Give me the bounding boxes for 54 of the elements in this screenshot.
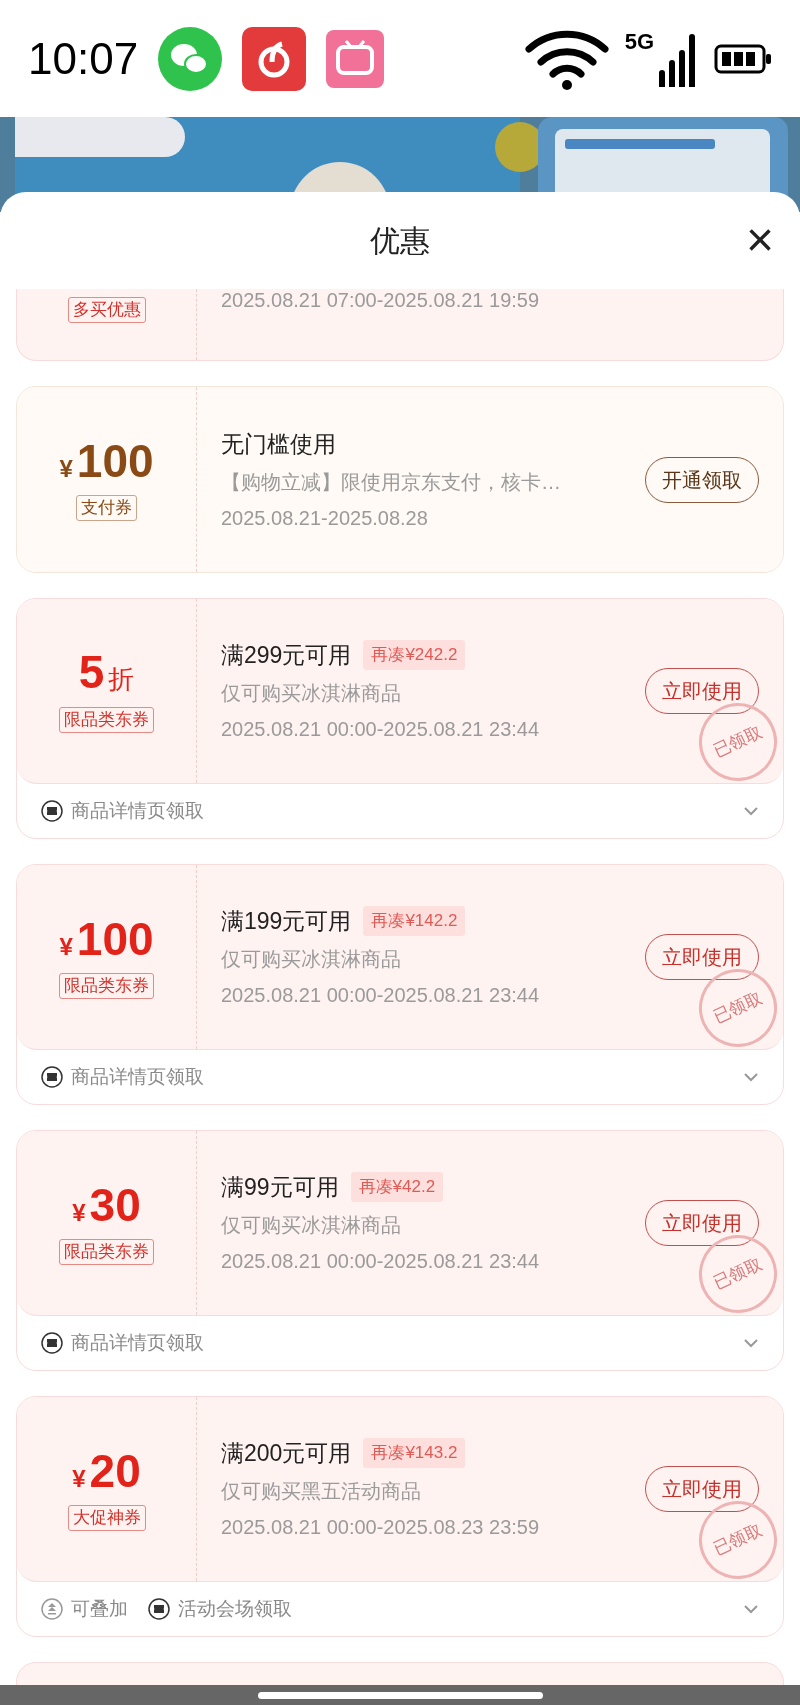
coupon-validity-date: 2025.08.21-2025.08.28 — [221, 505, 429, 531]
coupon-type-tag: 多买优惠 — [67, 297, 146, 323]
chevron-down-icon[interactable] — [743, 1604, 759, 1614]
coupon-amount: ¥100 — [59, 438, 154, 487]
battery-icon — [714, 43, 772, 74]
coupon-condition: 满99元可用 — [221, 1173, 339, 1202]
ticket-icon — [41, 1066, 63, 1088]
coupon-condition: 满199元可用 — [221, 907, 352, 936]
chat-app-icon — [158, 26, 223, 91]
coupon-source-label: 商品详情页领取 — [71, 798, 204, 823]
coupon-validity-date: 2025.08.21 00:00-2025.08.21 23:44 — [221, 983, 541, 1008]
home-indicator[interactable] — [257, 1691, 543, 1699]
chevron-down-icon[interactable] — [743, 806, 759, 816]
coupon-type-tag: 限品类东券 — [59, 1238, 154, 1265]
sheet-title: 优惠 — [370, 223, 430, 259]
coupon-description: 仅可购买冰淇淋商品 — [221, 1213, 402, 1238]
ticket-icon — [41, 800, 63, 822]
coupon-type-tag: 限品类东券 — [59, 972, 154, 999]
coupon-amount: ¥30 — [72, 1181, 141, 1231]
status-time: 10:07 — [28, 32, 139, 85]
coupon-validity-date: 2025.08.21 00:00-2025.08.21 23:44 — [221, 717, 541, 742]
coupon-source-label: 商品详情页领取 — [71, 1330, 204, 1355]
coupon-type-tag: 限品类东券 — [59, 707, 154, 733]
network-label: 5G — [624, 30, 654, 53]
coupon-description: 仅可购买冰淇淋商品 — [221, 947, 402, 972]
coupon-validity-date: 2025.08.21 00:00-2025.08.23 23:59 — [221, 1515, 541, 1540]
coupon-amount: 5折 — [78, 649, 135, 699]
coupon-description: 【购物立减】限使用京东支付，核卡… — [221, 469, 562, 495]
close-button[interactable]: × — [738, 218, 782, 262]
coupon-validity-date: 2025.08.21 00:00-2025.08.21 23:44 — [221, 1249, 541, 1274]
chevron-down-icon[interactable] — [743, 1072, 759, 1082]
ticket-icon — [41, 1332, 63, 1354]
music-app-icon — [242, 26, 307, 91]
coupon-description: 仅可购买黑五活动商品 — [221, 1479, 422, 1504]
coupon-source-label: 活动会场领取 — [178, 1596, 292, 1621]
ticket-icon — [148, 1598, 170, 1620]
coupon-source-label: 商品详情页领取 — [71, 1064, 204, 1089]
remaining-amount-badge: 再凑¥143.2 — [363, 1438, 466, 1468]
chevron-down-icon[interactable] — [743, 1338, 759, 1348]
coupon-condition: 无门槛使用 — [221, 429, 336, 459]
coupon-type-tag: 支付券 — [76, 495, 137, 521]
coupon-source-label: 可叠加 — [71, 1596, 128, 1621]
coupon-condition: 满200元可用 — [221, 1439, 352, 1468]
coupon-validity-date: 2025.08.21 07:00-2025.08.21 19:59 — [220, 289, 540, 313]
remaining-amount-badge: 再凑¥142.2 — [363, 906, 466, 936]
coupon-type-tag: 大促神券 — [67, 1504, 146, 1531]
remaining-amount-badge: 再凑¥42.2 — [350, 1172, 444, 1202]
coupon-amount: ¥20 — [72, 1447, 141, 1497]
remaining-amount-badge: 再凑¥242.2 — [363, 640, 466, 670]
coupon-amount: ¥100 — [59, 915, 154, 965]
stack-icon — [41, 1598, 63, 1620]
video-app-icon — [326, 29, 385, 88]
coupon-condition: 满299元可用 — [221, 641, 352, 670]
coupon-description: 仅可购买冰淇淋商品 — [221, 681, 402, 706]
